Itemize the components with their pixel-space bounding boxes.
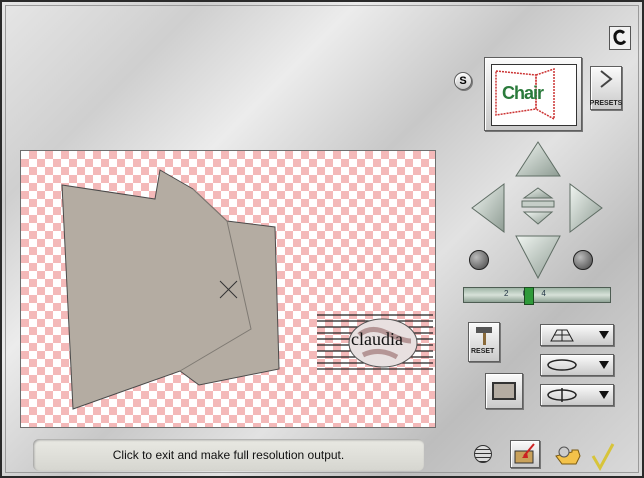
center-up-icon[interactable]	[522, 187, 554, 199]
c-logo-icon[interactable]	[609, 26, 631, 50]
export-icon[interactable]	[510, 440, 540, 468]
reset-button[interactable]: RESET	[468, 322, 500, 362]
grid-plane-icon	[550, 329, 574, 342]
chevron-down-icon	[599, 361, 609, 369]
axis-rotation-dropdown[interactable]	[540, 384, 614, 406]
folded-shape	[61, 169, 280, 410]
hand-pointer-icon[interactable]	[554, 444, 584, 470]
presets-button[interactable]: PRESETS	[590, 66, 622, 110]
preset-thumbnail[interactable]: Chair	[484, 57, 582, 131]
reset-button-label: RESET	[471, 348, 495, 355]
preset-thumbnail-text: Chair	[502, 83, 544, 103]
s-button[interactable]: S	[454, 72, 472, 90]
rotate-right-knob-icon[interactable]	[573, 250, 593, 270]
rotation-dropdown[interactable]	[540, 354, 614, 376]
center-down-icon[interactable]	[522, 211, 554, 225]
zoom-slider[interactable]: 2 0 4	[463, 287, 611, 305]
right-arrow-icon[interactable]	[569, 183, 603, 233]
rotate-axis-icon	[547, 388, 577, 402]
plugin-window: S Chair PRESETS claudia 2 4 RESET Click …	[0, 0, 644, 478]
claudia-logo: claudia	[317, 311, 433, 375]
up-arrow-icon[interactable]	[515, 141, 561, 177]
rotate-horizontal-icon	[547, 359, 577, 371]
s-button-label: S	[459, 75, 467, 87]
chevron-down-icon	[599, 391, 609, 399]
grid-plane-dropdown[interactable]	[540, 324, 614, 346]
background-swatch	[492, 382, 516, 400]
status-message: Click to exit and make full resolution o…	[112, 448, 345, 462]
presets-button-label: PRESETS	[589, 100, 623, 107]
rotate-left-knob-icon[interactable]	[469, 250, 489, 270]
claudia-logo-text: claudia	[351, 329, 403, 349]
slider-thumb[interactable]	[524, 287, 534, 305]
chevron-down-icon	[599, 331, 609, 339]
preset-preview: Chair	[491, 64, 577, 126]
preview-canvas[interactable]: claudia	[20, 150, 436, 428]
left-arrow-icon[interactable]	[471, 183, 505, 233]
grid-icon[interactable]	[474, 445, 492, 463]
down-arrow-icon[interactable]	[515, 235, 561, 280]
status-bar[interactable]: Click to exit and make full resolution o…	[33, 439, 424, 471]
hammer-icon	[476, 327, 492, 345]
background-color-button[interactable]	[485, 373, 523, 409]
center-bar	[521, 200, 555, 208]
checkmark-icon[interactable]	[590, 442, 616, 472]
